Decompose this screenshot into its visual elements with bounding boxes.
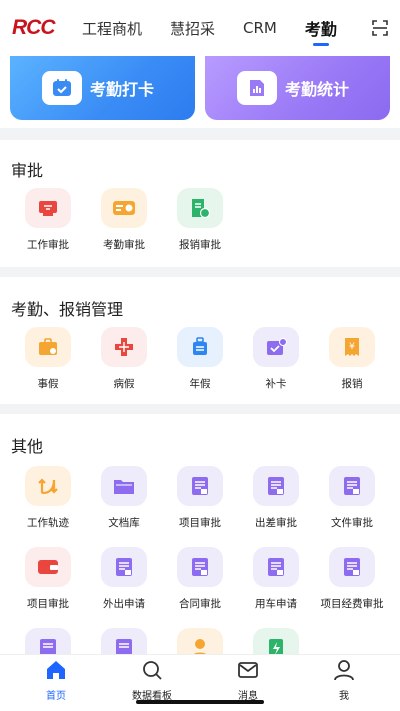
search-icon	[143, 661, 162, 680]
reimburse-approval-label: 报销审批	[179, 239, 221, 251]
sick-leave-label: 病假	[113, 378, 135, 390]
attendance-approval-label: 考勤审批	[103, 239, 145, 251]
sick-leave-icon	[101, 327, 147, 367]
project-funds-approval-label: 项目经费审批	[320, 598, 384, 610]
hero-cards: 考勤打卡 考勤统计	[0, 56, 400, 128]
work-approval-label: 工作审批	[27, 239, 69, 251]
calendar-check-icon	[42, 71, 82, 105]
contract-approval-item[interactable]: 合同审批	[162, 547, 238, 611]
makeup-punch-item[interactable]: 补卡	[238, 327, 314, 391]
attendance-approval-item[interactable]: 考勤审批	[86, 188, 162, 252]
top-tabs: 工程商机 慧招采 CRM 考勤	[82, 0, 337, 56]
folder-icon	[101, 466, 147, 506]
other-section-title: 其他	[11, 437, 44, 456]
wallet-icon	[25, 547, 71, 587]
nav-me-label: 我	[339, 691, 349, 702]
nav-me[interactable]: 我	[304, 659, 384, 702]
tab-crm[interactable]: CRM	[243, 0, 277, 56]
project-approval-item[interactable]: 项目审批	[162, 466, 238, 530]
svg-text:¥: ¥	[349, 342, 355, 352]
attendance-stats-label: 考勤统计	[285, 80, 350, 99]
app-screen: RCC 工程商机 慧招采 CRM 考勤 考勤打卡 考勤统计 审批 工作审批 考勤…	[0, 0, 400, 711]
attendance-section: 考勤、报销管理 事假 病假 年假 补卡 ¥ 报销	[0, 277, 400, 404]
approval-section: 审批 工作审批 考勤审批 报销审批	[0, 140, 400, 267]
personal-leave-label: 事假	[37, 378, 59, 390]
attendance-stats-button[interactable]: 考勤统计	[205, 56, 390, 120]
work-track-item[interactable]: 工作轨迹	[10, 466, 86, 530]
attendance-approval-icon	[101, 188, 147, 228]
reimburse-icon: ¥	[329, 327, 375, 367]
reimburse-label: 报销	[341, 378, 363, 390]
home-icon	[47, 661, 65, 679]
nav-messages[interactable]: 消息	[208, 659, 288, 702]
business-trip-approval-item[interactable]: 出差审批	[238, 466, 314, 530]
stats-icon	[237, 71, 277, 105]
makeup-punch-icon	[253, 327, 299, 367]
nav-home-label: 首页	[46, 691, 66, 702]
project-approval-2-item[interactable]: 项目审批	[10, 547, 86, 611]
file-approval-item[interactable]: 文件审批	[314, 466, 390, 530]
doc-icon	[329, 547, 375, 587]
file-approval-label: 文件审批	[331, 517, 373, 529]
annual-leave-item[interactable]: 年假	[162, 327, 238, 391]
doc-icon	[329, 466, 375, 506]
project-approval-2-label: 项目审批	[27, 598, 69, 610]
user-icon	[334, 660, 354, 681]
annual-leave-icon	[177, 327, 223, 367]
annual-leave-label: 年假	[189, 378, 211, 390]
doc-icon	[253, 466, 299, 506]
doc-icon	[101, 547, 147, 587]
approval-title: 审批	[11, 161, 44, 180]
personal-leave-icon	[25, 327, 71, 367]
personal-leave-item[interactable]: 事假	[10, 327, 86, 391]
reimburse-approval-item[interactable]: 报销审批	[162, 188, 238, 252]
nav-dashboard[interactable]: 数据看板	[112, 659, 192, 702]
outing-request-item[interactable]: 外出申请	[86, 547, 162, 611]
contract-approval-label: 合同审批	[179, 598, 221, 610]
work-approval-item[interactable]: 工作审批	[10, 188, 86, 252]
business-trip-approval-label: 出差审批	[255, 517, 297, 529]
top-bar: RCC 工程商机 慧招采 CRM 考勤	[0, 0, 400, 56]
makeup-punch-label: 补卡	[265, 378, 287, 390]
rcc-logo[interactable]: RCC	[12, 16, 56, 40]
document-library-item[interactable]: 文档库	[86, 466, 162, 530]
tab-attendance[interactable]: 考勤	[305, 0, 337, 56]
doc-icon	[177, 466, 223, 506]
work-track-label: 工作轨迹	[27, 517, 69, 529]
work-track-icon	[25, 466, 71, 506]
nav-home[interactable]: 首页	[16, 659, 96, 702]
home-indicator	[136, 700, 264, 704]
scan-icon[interactable]	[372, 20, 388, 36]
tab-business[interactable]: 工程商机	[82, 0, 142, 56]
project-approval-label: 项目审批	[179, 517, 221, 529]
reimburse-approval-icon	[177, 188, 223, 228]
reimburse-item[interactable]: ¥ 报销	[314, 327, 390, 391]
vehicle-request-item[interactable]: 用车申请	[238, 547, 314, 611]
outing-request-label: 外出申请	[103, 598, 145, 610]
doc-icon	[177, 547, 223, 587]
tab-procurement[interactable]: 慧招采	[170, 0, 215, 56]
project-funds-approval-item[interactable]: 项目经费审批	[314, 547, 390, 611]
document-library-label: 文档库	[108, 517, 140, 529]
punch-card-button[interactable]: 考勤打卡	[10, 56, 195, 120]
doc-icon	[253, 547, 299, 587]
sick-leave-item[interactable]: 病假	[86, 327, 162, 391]
mail-icon	[238, 662, 258, 678]
punch-card-label: 考勤打卡	[90, 80, 155, 99]
vehicle-request-label: 用车申请	[255, 598, 297, 610]
other-section: 其他 工作轨迹 文档库 项目审批 出差审批 文件审批 项目审批 外出申请 合同审…	[0, 414, 400, 668]
work-approval-icon	[25, 188, 71, 228]
attendance-section-title: 考勤、报销管理	[11, 300, 124, 319]
